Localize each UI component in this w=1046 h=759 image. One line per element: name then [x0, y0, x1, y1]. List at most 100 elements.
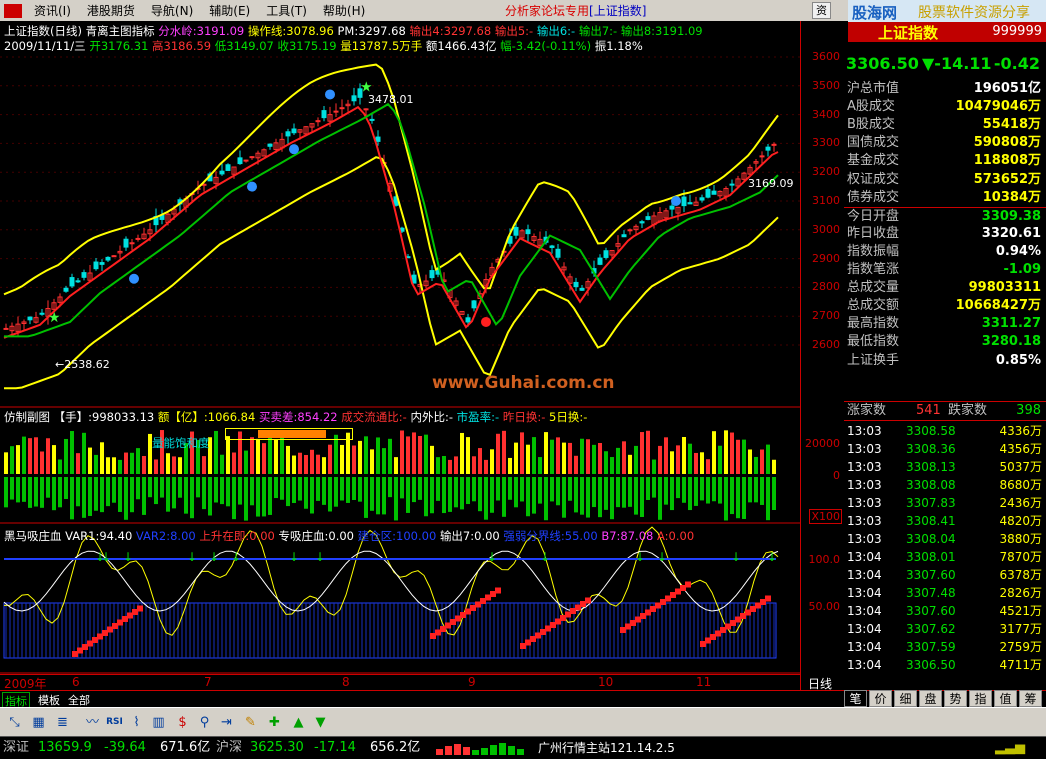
up-arrow-icon[interactable]: ▲	[288, 712, 309, 733]
volume-bar-down	[580, 477, 584, 515]
volume-bar-up	[82, 432, 86, 474]
sub2-b7: B7:87.08	[601, 529, 654, 543]
plus-icon[interactable]: ✚	[264, 712, 285, 733]
tick-row: 13:04 3308.01 7870万	[844, 548, 1046, 566]
candle-body	[759, 155, 765, 158]
quote-line: 3306.50 ▼-14.11 -0.42	[844, 54, 1046, 78]
sub1-yday: 昨日换:-	[502, 410, 546, 424]
tick-price: 3308.04	[906, 532, 956, 546]
volume-bar-down	[574, 477, 578, 513]
buy-arrow: ↓	[209, 550, 219, 564]
volume-bar-up	[652, 459, 656, 474]
menu-navigate[interactable]: 导航(N)	[143, 2, 201, 19]
breadth-bar	[436, 749, 443, 755]
right-tab[interactable]: 价	[869, 690, 892, 707]
candle-body	[699, 197, 705, 201]
breadth-bars-icon	[436, 741, 532, 755]
rsi-icon[interactable]: RSI	[104, 712, 125, 733]
volume-bar-up	[592, 444, 596, 474]
volume-bar-down	[340, 477, 344, 501]
sub1-title[interactable]: 仿制副图	[4, 410, 50, 424]
right-tab[interactable]: 细	[894, 690, 917, 707]
link-icon[interactable]: ⚲	[194, 712, 215, 733]
export-icon[interactable]: ⇥	[216, 712, 237, 733]
server-label[interactable]: 广州行情主站121.14.2.5	[538, 737, 675, 759]
stat-row: 最低指数 3280.18	[844, 333, 1046, 351]
volume-bar-down	[52, 477, 56, 511]
candle-body	[729, 183, 735, 186]
volume-bar-up	[256, 438, 260, 474]
tick-price: 3308.58	[906, 424, 956, 438]
candle-body	[621, 234, 627, 238]
menu-info[interactable]: 资讯(I)	[26, 2, 79, 19]
volume-bar-up	[544, 432, 548, 474]
pencil-icon[interactable]: ✎	[240, 712, 261, 733]
bar-chart-icon[interactable]: ▥	[148, 712, 169, 733]
info-button[interactable]: 资	[812, 2, 831, 19]
volume-bar-up	[274, 439, 278, 474]
volume-bar-down	[106, 477, 110, 507]
candle-body	[69, 277, 75, 287]
tick-volume: 6378万	[999, 568, 1042, 582]
app-icon[interactable]	[4, 3, 22, 18]
volume-bar-down	[706, 477, 710, 504]
price-tick: 3000	[812, 222, 840, 236]
candle-body	[579, 287, 585, 291]
volume-bar-down	[298, 477, 302, 501]
kline-chart[interactable]: ★★ 3478.01 ←2538.62 3169.09 www.Guhai.co…	[0, 21, 800, 690]
blue-dot-marker	[325, 89, 335, 100]
right-tab[interactable]: 势	[944, 690, 967, 707]
volume-bar-down	[736, 477, 740, 519]
right-tab[interactable]: 筹	[1019, 690, 1042, 707]
right-tab[interactable]: 值	[994, 690, 1017, 707]
zoom-icon[interactable]: ⤡	[4, 712, 25, 733]
tick-time: 13:03	[847, 460, 882, 474]
stat-row: 今日开盘 3309.38	[844, 206, 1046, 225]
volume-bar-down	[256, 477, 260, 517]
stat-value: 3280.18	[981, 334, 1041, 350]
saturation-label: 量能饱和度	[152, 436, 210, 450]
volume-bar-up	[436, 457, 440, 474]
sub2-title[interactable]: 黑马吸庄血	[4, 529, 62, 543]
chart-icon[interactable]: 〰	[82, 712, 103, 733]
buy-arrow: ↓	[540, 550, 550, 564]
list-icon[interactable]: ≣	[52, 712, 73, 733]
tab-all[interactable]: 全部	[66, 692, 92, 708]
tick-row: 13:04 3306.50 4711万	[844, 656, 1046, 674]
sub2-up: 上升在即:0.00	[199, 529, 275, 543]
menu-hk-futures[interactable]: 港股期货	[79, 2, 143, 19]
grid-icon[interactable]: ▦	[28, 712, 49, 733]
menu-tools[interactable]: 工具(T)	[258, 2, 315, 19]
buy-arrow: ↓	[487, 550, 497, 564]
volume-bar-down	[226, 477, 230, 507]
tick-row: 13:04 3307.48 2826万	[844, 584, 1046, 602]
stat-value: 573652万	[973, 171, 1041, 187]
tab-template[interactable]: 模板	[36, 692, 62, 708]
line-chart-icon[interactable]: ⌇	[126, 712, 147, 733]
tick-volume: 4336万	[999, 424, 1042, 438]
volume-bar-up	[268, 437, 272, 474]
updown-row: 涨家数 541 跌家数 398	[844, 401, 1046, 421]
down-arrow-icon[interactable]: ▼	[310, 712, 331, 733]
breadth-bar	[463, 747, 470, 755]
price-tick: 2600	[812, 338, 840, 351]
right-tab[interactable]: 指	[969, 690, 992, 707]
price-tick: 3400	[812, 107, 840, 121]
menu-help[interactable]: 帮助(H)	[315, 2, 373, 19]
volume-bar-up	[70, 431, 74, 474]
volume-bar-down	[382, 477, 386, 515]
volume-bar-up	[514, 442, 518, 474]
stat-value: 99803311	[968, 280, 1041, 296]
volume-bar-down	[460, 477, 464, 510]
logo-title-text: 上证指数	[878, 24, 939, 42]
candle-body	[705, 188, 711, 198]
right-tab[interactable]: 盘	[919, 690, 942, 707]
volume-bar-down	[520, 477, 524, 502]
volume-bar-down	[418, 477, 422, 500]
volume-bar-down	[130, 477, 134, 513]
right-tab[interactable]: 笔	[844, 690, 867, 707]
price-tick: 3100	[812, 194, 840, 207]
dollar-icon[interactable]: $	[172, 712, 193, 733]
menu-assist[interactable]: 辅助(E)	[201, 2, 258, 19]
volume-bar-down	[208, 477, 212, 516]
